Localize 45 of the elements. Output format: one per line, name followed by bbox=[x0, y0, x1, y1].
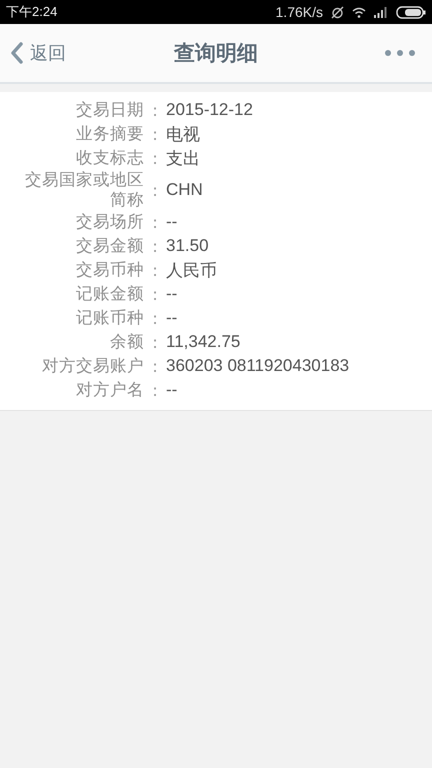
page-title: 查询明细 bbox=[174, 40, 258, 67]
network-speed: 1.76K/s bbox=[276, 4, 323, 20]
field-value: 人民币 bbox=[166, 260, 217, 282]
field-label: 交易金额 bbox=[75, 236, 144, 256]
field-value: -- bbox=[166, 380, 178, 400]
field-label: 交易场所 bbox=[75, 212, 144, 232]
field-label: 对方交易账户 bbox=[41, 356, 144, 376]
colon-separator: : bbox=[151, 100, 159, 120]
field-value: CHN bbox=[166, 180, 203, 200]
field-value: 电视 bbox=[166, 124, 200, 146]
colon-separator: : bbox=[151, 284, 159, 304]
field-label: 业务摘要 bbox=[75, 124, 144, 144]
colon-separator: : bbox=[151, 380, 159, 400]
field-value: 2015-12-12 bbox=[166, 100, 253, 120]
field-label: 交易币种 bbox=[75, 260, 144, 280]
back-button[interactable]: 返回 bbox=[10, 41, 66, 65]
colon-separator: : bbox=[151, 180, 159, 200]
colon-separator: : bbox=[151, 332, 159, 352]
colon-separator: : bbox=[151, 356, 159, 376]
field-value: -- bbox=[166, 212, 178, 232]
colon-separator: : bbox=[151, 124, 159, 144]
field-value: 31.50 bbox=[166, 236, 209, 256]
colon-separator: : bbox=[151, 212, 159, 232]
colon-separator: : bbox=[151, 236, 159, 256]
clock-time: 下午2:24 bbox=[6, 3, 58, 21]
field-label: 余额 bbox=[109, 332, 144, 352]
field-label: 记账金额 bbox=[75, 284, 144, 304]
field-value: 11,342.75 bbox=[166, 332, 240, 352]
field-value: 360203 0811920430183 bbox=[166, 356, 350, 376]
battery-icon bbox=[396, 6, 426, 18]
field-label: 交易日期 bbox=[75, 100, 144, 120]
colon-separator: : bbox=[151, 260, 159, 280]
signal-icon bbox=[374, 6, 388, 18]
field-label: 记账币种 bbox=[75, 308, 144, 328]
colon-separator: : bbox=[151, 148, 159, 168]
more-icon[interactable] bbox=[384, 49, 416, 57]
field-label: 对方户名 bbox=[75, 380, 144, 400]
field-value: -- bbox=[166, 284, 178, 304]
field-label: 收支标志 bbox=[75, 148, 144, 168]
colon-separator: : bbox=[151, 308, 159, 328]
field-value: 支出 bbox=[166, 148, 200, 170]
field-value: -- bbox=[166, 308, 178, 328]
field-label: 交易国家或地区简称 bbox=[24, 170, 144, 210]
chevron-left-icon bbox=[10, 42, 24, 64]
wifi-icon bbox=[352, 6, 366, 18]
